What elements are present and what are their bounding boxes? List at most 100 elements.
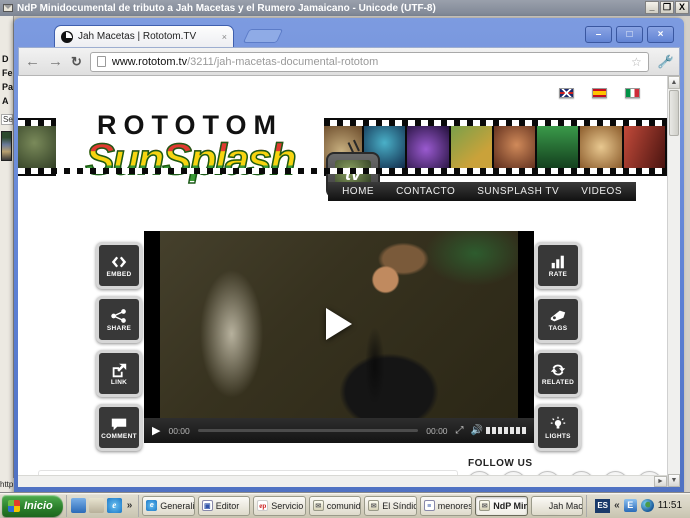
logo-sunsplash-text: SunSplash bbox=[56, 139, 324, 181]
ep-logo-icon: ep bbox=[257, 500, 268, 511]
task-editor[interactable]: ▣Editor bbox=[198, 496, 250, 516]
share-icon bbox=[110, 308, 128, 324]
address-bar[interactable]: www.rototom.tv/3211/jah-macetas-document… bbox=[90, 52, 649, 72]
bg-close-button[interactable]: X bbox=[675, 1, 689, 14]
mail-icon: ✉ bbox=[479, 500, 490, 511]
task-jah-macetas[interactable]: Jah Mace... bbox=[531, 496, 583, 516]
browser-toolbar: ← → ↻ www.rototom.tv/3211/jah-macetas-do… bbox=[18, 47, 680, 76]
video-player[interactable]: ▶ 00:00 00:00 ⤢ 🔊 bbox=[144, 231, 534, 443]
background-address-fragment: http bbox=[0, 478, 14, 492]
scroll-down-arrow[interactable]: ▼ bbox=[668, 474, 680, 487]
embed-button[interactable]: EMBED bbox=[96, 242, 142, 289]
document-icon: ≡ bbox=[424, 500, 435, 511]
editor-icon: ▣ bbox=[202, 500, 213, 511]
window-minimize-button[interactable]: – bbox=[585, 26, 612, 43]
task-servicio[interactable]: epServicio d... bbox=[253, 496, 305, 516]
back-button[interactable]: ← bbox=[25, 54, 40, 69]
scrollbar-thumb[interactable] bbox=[669, 90, 679, 136]
quick-launch-mail-icon[interactable] bbox=[71, 498, 86, 513]
external-link-icon bbox=[110, 362, 128, 378]
window-close-button[interactable]: × bbox=[647, 26, 674, 43]
mail-icon: ✉ bbox=[368, 500, 379, 511]
email-field-label: Se bbox=[1, 114, 13, 125]
url-text: www.rototom.tv/3211/jah-macetas-document… bbox=[112, 56, 378, 68]
play-overlay-icon[interactable] bbox=[326, 308, 352, 340]
forward-button[interactable]: → bbox=[48, 54, 63, 69]
scroll-up-arrow[interactable]: ▲ bbox=[668, 76, 680, 89]
italian-flag-icon[interactable] bbox=[625, 88, 640, 98]
rate-button[interactable]: RATE bbox=[535, 242, 581, 289]
task-generalitat[interactable]: eGeneralit... bbox=[142, 496, 194, 516]
tags-button[interactable]: TAGS bbox=[535, 296, 581, 343]
mail-icon: ✉ bbox=[313, 500, 324, 511]
related-button[interactable]: RELATED bbox=[535, 350, 581, 397]
language-indicator[interactable]: ES bbox=[595, 499, 610, 513]
seek-bar[interactable] bbox=[198, 429, 419, 432]
fullscreen-button[interactable]: ⤢ bbox=[456, 425, 463, 436]
duration: 00:00 bbox=[426, 426, 447, 436]
horizontal-scrollbar[interactable]: ► bbox=[18, 475, 667, 487]
task-sindic[interactable]: ✉El Síndic i... bbox=[364, 496, 416, 516]
english-flag-icon[interactable] bbox=[559, 88, 574, 98]
ie-icon: e bbox=[146, 500, 157, 511]
share-button[interactable]: SHARE bbox=[96, 296, 142, 343]
right-action-buttons: RATE TAGS RELATED LIGHTS bbox=[535, 242, 581, 451]
window-maximize-button[interactable]: □ bbox=[616, 26, 643, 43]
volume-bars bbox=[486, 427, 526, 434]
quick-launch-desktop-icon[interactable] bbox=[89, 498, 104, 513]
language-switcher bbox=[559, 88, 640, 98]
spanish-flag-icon[interactable] bbox=[592, 88, 607, 98]
page-content: ROTOTOM SunSplash tv HOME CONTACTO SUNSP… bbox=[18, 76, 680, 487]
reload-button[interactable]: ↻ bbox=[71, 54, 82, 70]
bookmark-star-icon[interactable]: ☆ bbox=[631, 55, 642, 69]
nav-contacto[interactable]: CONTACTO bbox=[396, 186, 455, 197]
windows-logo-icon bbox=[8, 500, 20, 512]
url-path: /3211/jah-macetas-documental-rototom bbox=[187, 56, 378, 68]
browser-window: – □ × Jah Macetas | Rototom.TV × ← → ↻ w… bbox=[14, 18, 684, 497]
background-window-edge: D Fe Pa A Se bbox=[0, 16, 14, 492]
tab-favicon bbox=[61, 31, 73, 43]
scroll-right-arrow[interactable]: ► bbox=[654, 476, 667, 487]
tray-app-icon[interactable]: E bbox=[624, 499, 637, 512]
task-ndp-active[interactable]: ✉NdP Mini... bbox=[475, 496, 527, 516]
tray-expand-chevron[interactable]: « bbox=[614, 500, 620, 511]
bg-restore-button[interactable]: ❐ bbox=[660, 1, 674, 14]
email-field-label: Fe bbox=[0, 68, 13, 78]
bg-minimize-button[interactable]: _ bbox=[645, 1, 659, 14]
taskbar: Inicio e » eGeneralit... ▣Editor epServi… bbox=[0, 492, 690, 518]
settings-wrench-icon[interactable]: 🔧 bbox=[657, 53, 673, 69]
nav-home[interactable]: HOME bbox=[342, 186, 374, 197]
url-host: www.rototom.tv bbox=[112, 56, 187, 68]
tag-pen-icon bbox=[549, 308, 567, 324]
tab-close-icon[interactable]: × bbox=[222, 32, 227, 42]
new-tab-button[interactable] bbox=[243, 29, 284, 43]
speaker-icon: 🔊 bbox=[471, 425, 483, 436]
system-tray: ES « E 11:51 bbox=[586, 495, 688, 517]
comment-button[interactable]: COMMENT bbox=[96, 404, 142, 451]
task-menores[interactable]: ≡menores-... bbox=[420, 496, 472, 516]
speech-bubble-icon bbox=[110, 416, 128, 432]
volume-control[interactable]: 🔊 bbox=[471, 425, 526, 436]
site-logo[interactable]: ROTOTOM SunSplash tv bbox=[56, 112, 324, 224]
start-button[interactable]: Inicio bbox=[2, 495, 63, 517]
email-field-label: D bbox=[0, 54, 13, 64]
browser-tab[interactable]: Jah Macetas | Rototom.TV × bbox=[54, 25, 234, 47]
code-icon bbox=[110, 254, 128, 270]
email-field-label: Pa bbox=[0, 82, 13, 92]
nav-sunsplash-tv[interactable]: SUNSPLASH TV bbox=[477, 186, 559, 197]
lights-button[interactable]: LIGHTS bbox=[535, 404, 581, 451]
quick-launch-overflow[interactable]: » bbox=[125, 500, 135, 511]
refresh-arrows-icon bbox=[549, 362, 567, 378]
quick-launch-ie-icon[interactable]: e bbox=[107, 498, 122, 513]
vertical-scrollbar[interactable]: ▲ ▼ bbox=[667, 76, 680, 487]
page-icon bbox=[97, 56, 106, 67]
nav-videos[interactable]: VIDEOS bbox=[581, 186, 622, 197]
link-button[interactable]: LINK bbox=[96, 350, 142, 397]
email-attachment-thumbnail bbox=[1, 131, 12, 161]
bar-chart-icon bbox=[549, 254, 567, 270]
task-comunidad[interactable]: ✉comunida... bbox=[309, 496, 361, 516]
network-globe-icon[interactable] bbox=[641, 499, 654, 512]
quick-launch: e » bbox=[66, 495, 140, 517]
play-button[interactable]: ▶ bbox=[152, 424, 160, 437]
main-navigation: HOME CONTACTO SUNSPLASH TV VIDEOS bbox=[328, 182, 636, 201]
